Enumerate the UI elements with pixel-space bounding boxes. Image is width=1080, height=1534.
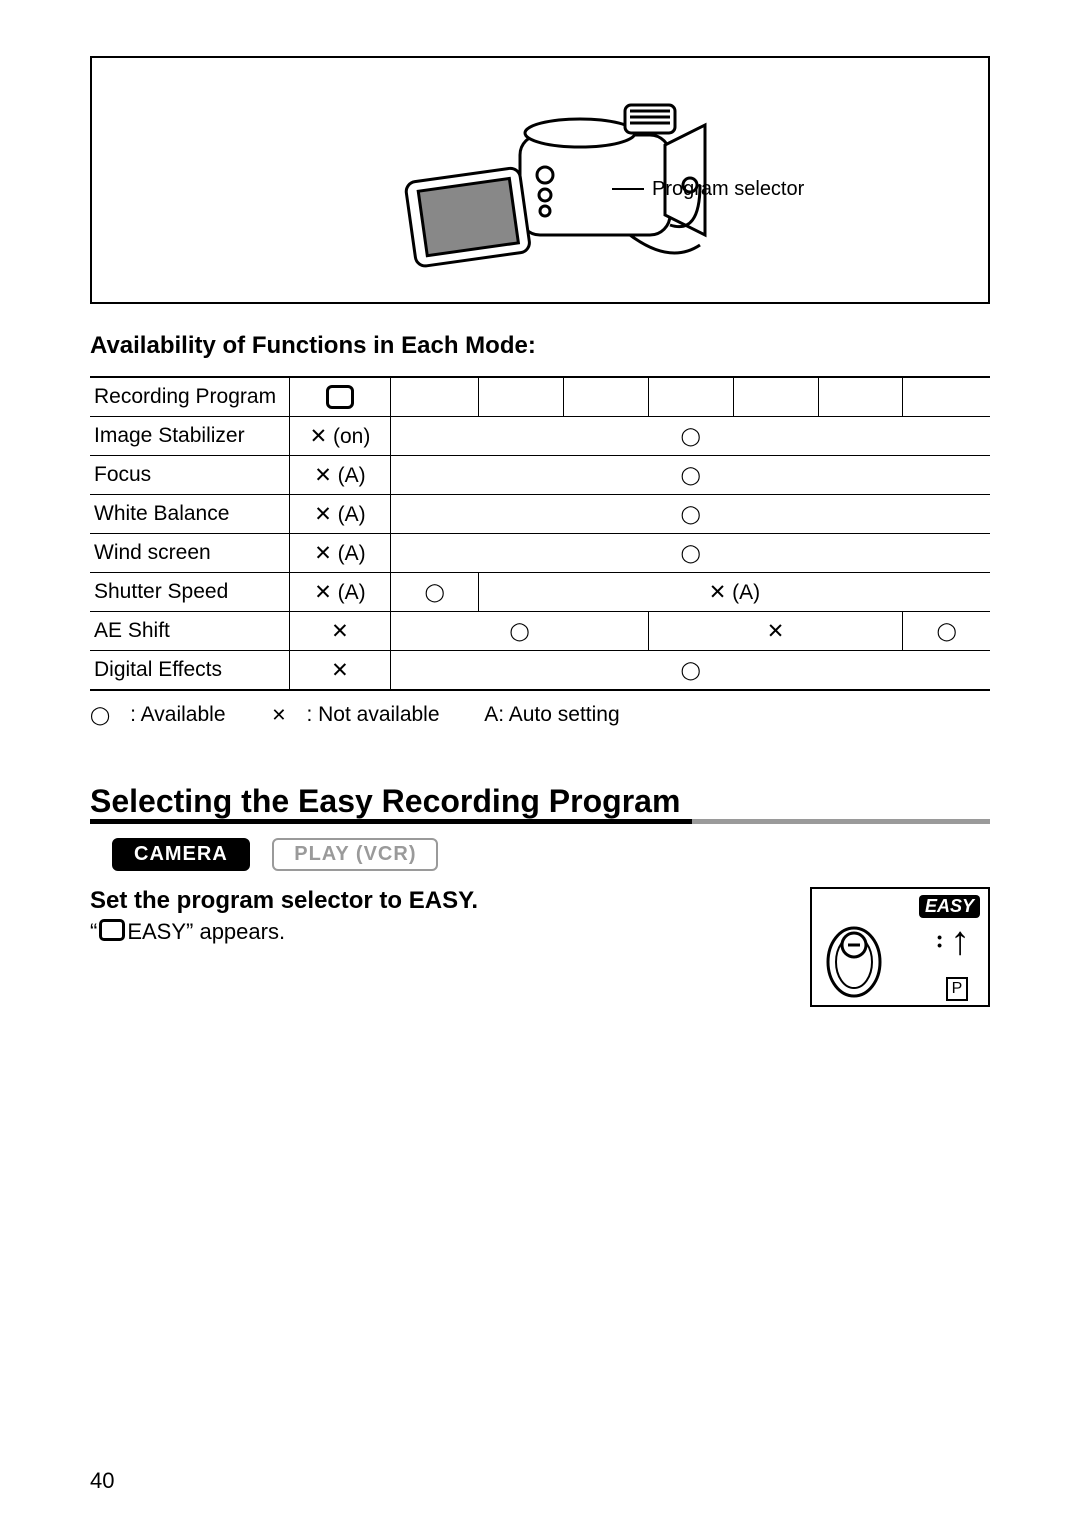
circle-icon [681, 463, 701, 486]
instruction-note: “EASY” appears. [90, 919, 478, 945]
table-row: Shutter Speed ✕ (A) ✕ (A) [90, 573, 990, 612]
table-row: Image Stabilizer ✕ (on) [90, 417, 990, 456]
table-row: Digital Effects ✕ [90, 651, 990, 691]
cell: ✕ (A) [289, 534, 391, 573]
rect-icon [99, 919, 125, 941]
circle-icon [510, 619, 530, 642]
row-label: Shutter Speed [90, 573, 289, 612]
cell: ✕ (on) [289, 417, 391, 456]
row-label: White Balance [90, 495, 289, 534]
mode-camera-badge: CAMERA [112, 838, 250, 871]
x-icon [271, 703, 286, 726]
table-row: White Balance ✕ (A) [90, 495, 990, 534]
cell: ✕ (A) [478, 573, 990, 612]
pointer-line [612, 188, 644, 190]
circle-icon [937, 619, 957, 642]
row-label: Recording Program [90, 377, 289, 417]
page-number: 40 [90, 1468, 114, 1494]
row-label: Digital Effects [90, 651, 289, 691]
function-availability-table: Recording Program Image Stabilizer ✕ (on… [90, 376, 990, 691]
rect-icon [326, 385, 354, 409]
cell: ✕ [648, 612, 903, 651]
camcorder-figure: Program selector [90, 56, 990, 304]
table-legend: : Available : Not available A: Auto sett… [90, 703, 990, 727]
mode-play-badge: PLAY (VCR) [272, 838, 438, 871]
table-heading: Availability of Functions in Each Mode: [90, 332, 990, 360]
section-heading: Selecting the Easy Recording Program [90, 783, 990, 824]
p-label: P [946, 977, 968, 1001]
circle-icon [681, 424, 701, 447]
instruction-step: Set the program selector to EASY. [90, 887, 478, 915]
switch-icon [824, 925, 884, 999]
cell: ✕ [289, 651, 391, 691]
row-label: Wind screen [90, 534, 289, 573]
easy-badge: EASY [919, 895, 980, 918]
circle-icon [681, 541, 701, 564]
table-row: Focus ✕ (A) [90, 456, 990, 495]
table-row: AE Shift ✕ ✕ [90, 612, 990, 651]
cell: ✕ (A) [289, 456, 391, 495]
cell: ✕ (A) [289, 573, 391, 612]
mode-row: CAMERA PLAY (VCR) [112, 838, 990, 871]
row-label: Focus [90, 456, 289, 495]
easy-switch-illustration: EASY ↑ •• P [810, 887, 990, 1007]
circle-icon [425, 580, 445, 603]
table-row: Wind screen ✕ (A) [90, 534, 990, 573]
up-arrow-icon: ↑ [950, 921, 970, 961]
circle-icon [681, 658, 701, 681]
row-label: AE Shift [90, 612, 289, 651]
circle-icon [681, 502, 701, 525]
cell: ✕ (A) [289, 495, 391, 534]
program-selector-label: Program selector [652, 178, 804, 201]
row-label: Image Stabilizer [90, 417, 289, 456]
circle-icon [90, 703, 110, 726]
dots-icon: •• [937, 933, 942, 949]
cell: ✕ [289, 612, 391, 651]
table-row: Recording Program [90, 377, 990, 417]
